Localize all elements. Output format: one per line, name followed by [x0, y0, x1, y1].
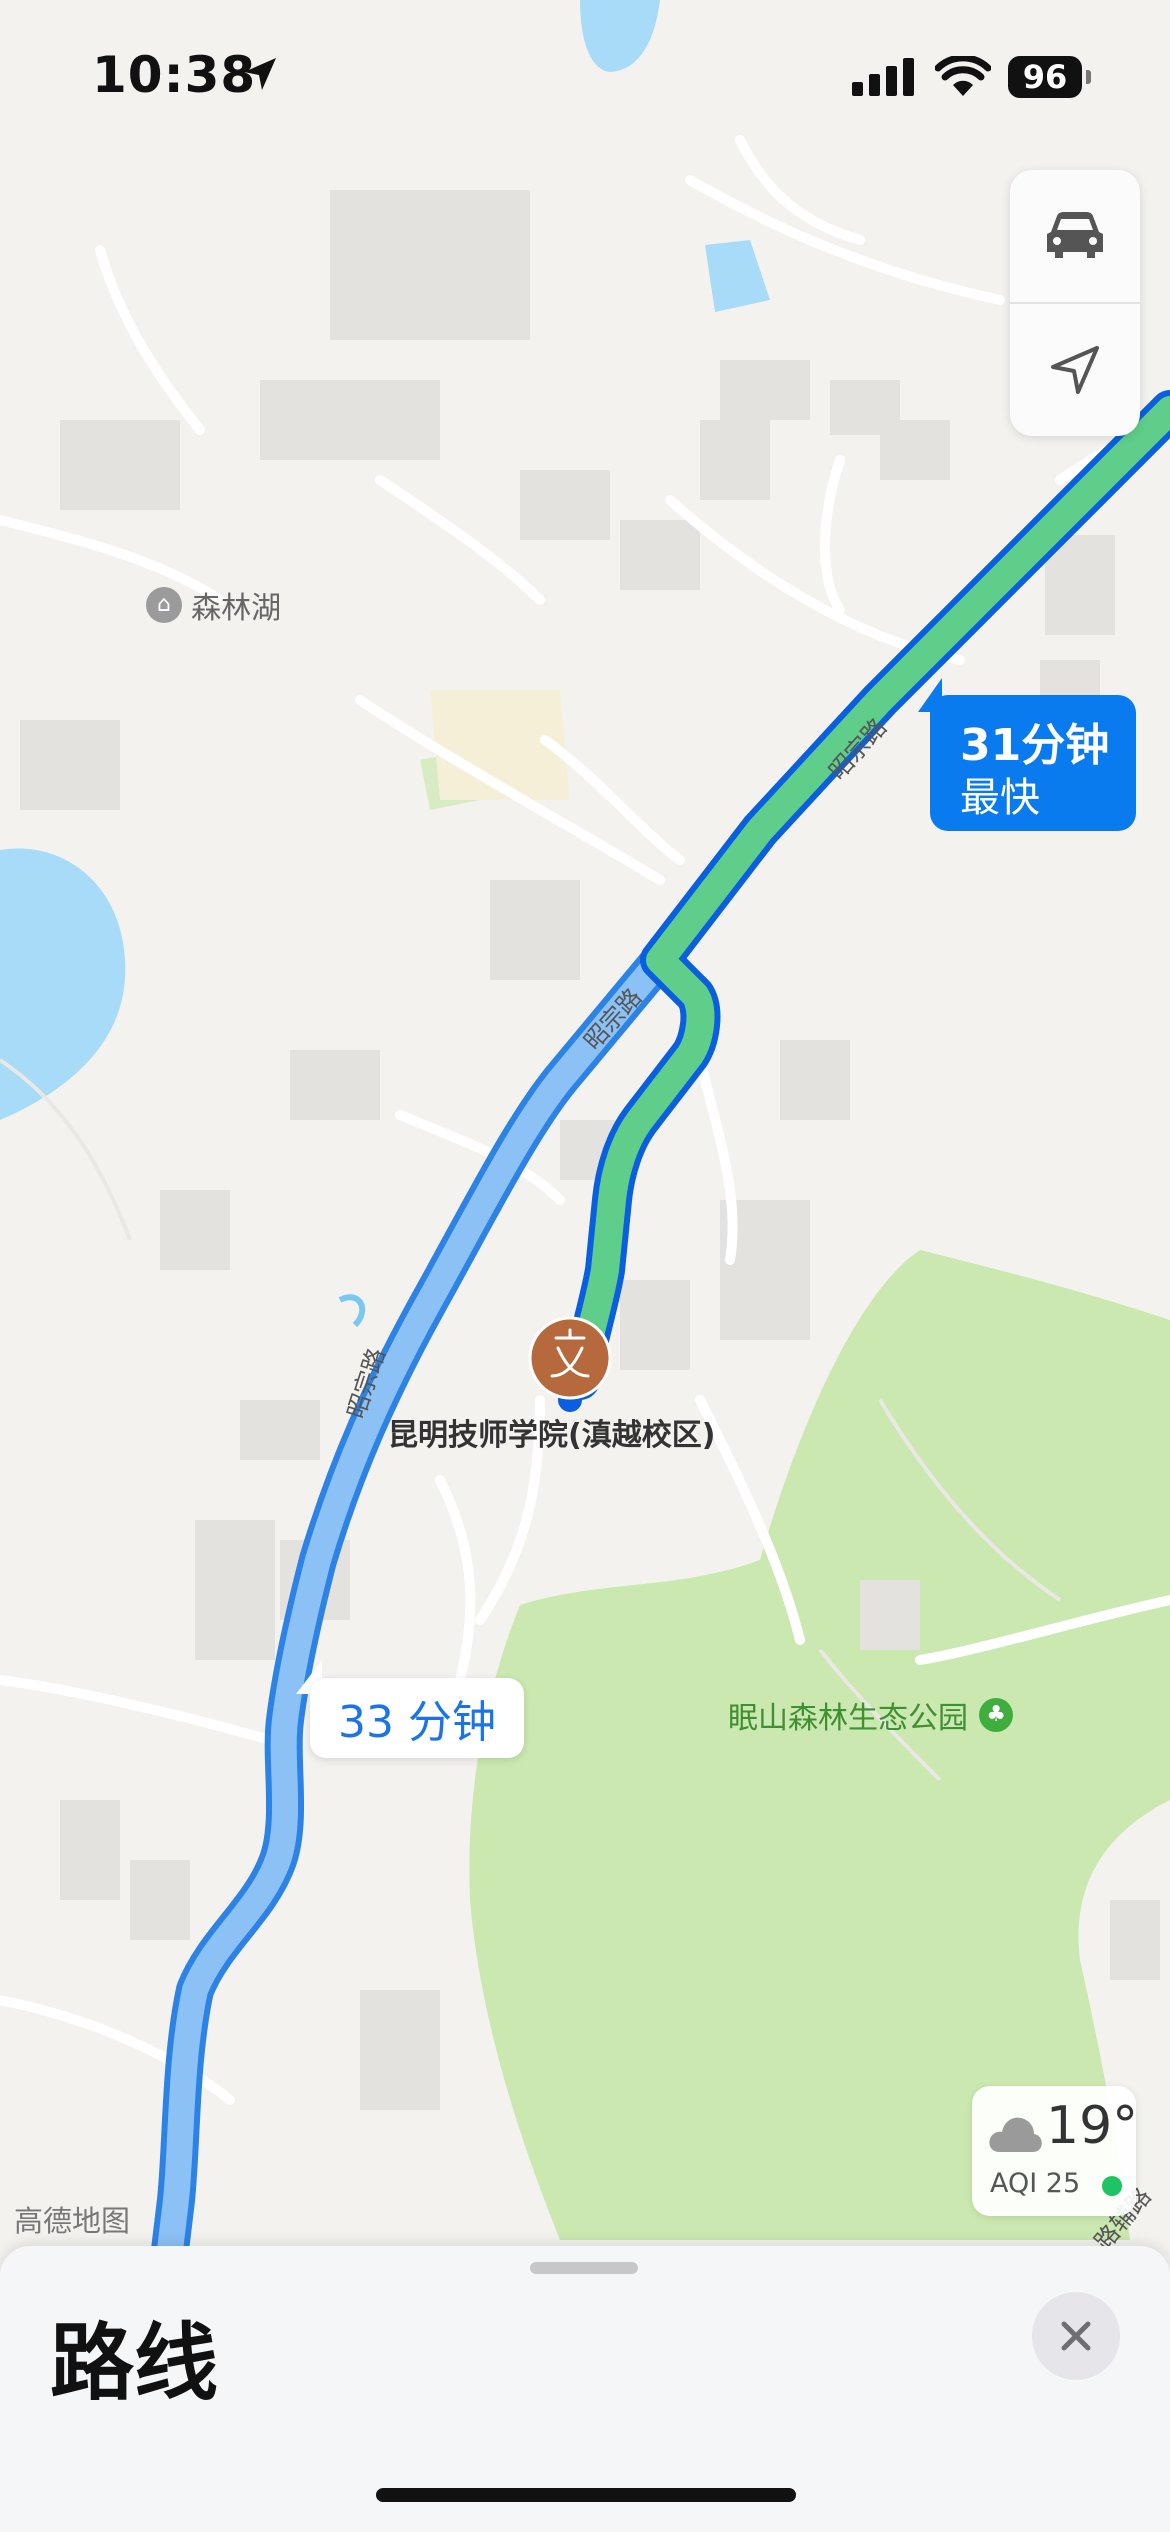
battery-indicator: 96	[1008, 56, 1082, 98]
car-icon	[1047, 212, 1103, 258]
lake-poi[interactable]: ⌂ 森林湖	[146, 583, 281, 627]
location-arrow-icon	[1051, 346, 1099, 394]
air-quality-index: AQI 25	[990, 2168, 1081, 2199]
lake-label: 森林湖	[191, 591, 282, 626]
transport-mode-button[interactable]	[1010, 170, 1140, 302]
route-duration: 33 分钟	[338, 1697, 496, 1748]
sheet-title: 路线	[50, 2314, 219, 2412]
park-label: 眠山森林生态公园	[728, 1701, 968, 1736]
map-attribution[interactable]: 高德地图	[14, 2198, 130, 2240]
maps-screen: 昭宗路 昭宗路 昭宗路 路辅路 ⌂ 森林湖 昆明技师学院(滇越校区) 眠山森林生…	[0, 0, 1170, 2532]
home-indicator[interactable]	[376, 2488, 796, 2502]
map-controls	[1010, 170, 1140, 436]
park-poi[interactable]: 眠山森林生态公园 ♣	[728, 1693, 1014, 1737]
wifi-icon	[935, 56, 991, 96]
close-button[interactable]	[1032, 2292, 1120, 2380]
route-fastest-callout[interactable]: 31分钟 最快	[930, 695, 1136, 831]
battery-nub	[1086, 70, 1091, 84]
tree-poi-icon: ♣	[979, 1698, 1014, 1732]
route-duration: 31分钟	[960, 720, 1110, 771]
cloud-icon	[989, 2117, 1042, 2152]
route-tag: 最快	[960, 775, 1040, 821]
weather-temp: 19°	[1046, 2096, 1139, 2156]
home-poi-icon: ⌂	[146, 587, 182, 623]
sheet-grabber[interactable]	[530, 2262, 638, 2274]
close-icon	[1061, 2321, 1091, 2351]
locate-me-button[interactable]	[1010, 304, 1140, 436]
weather-widget[interactable]: 19° AQI 25	[972, 2086, 1139, 2216]
route-alt-callout[interactable]: 33 分钟	[310, 1678, 524, 1758]
cellular-signal-icon	[852, 58, 914, 96]
location-arrow-icon	[244, 58, 276, 90]
school-label[interactable]: 昆明技师学院(滇越校区)	[388, 1410, 715, 1454]
aqi-status-dot	[1102, 2176, 1122, 2196]
status-time: 10:38	[92, 46, 257, 104]
